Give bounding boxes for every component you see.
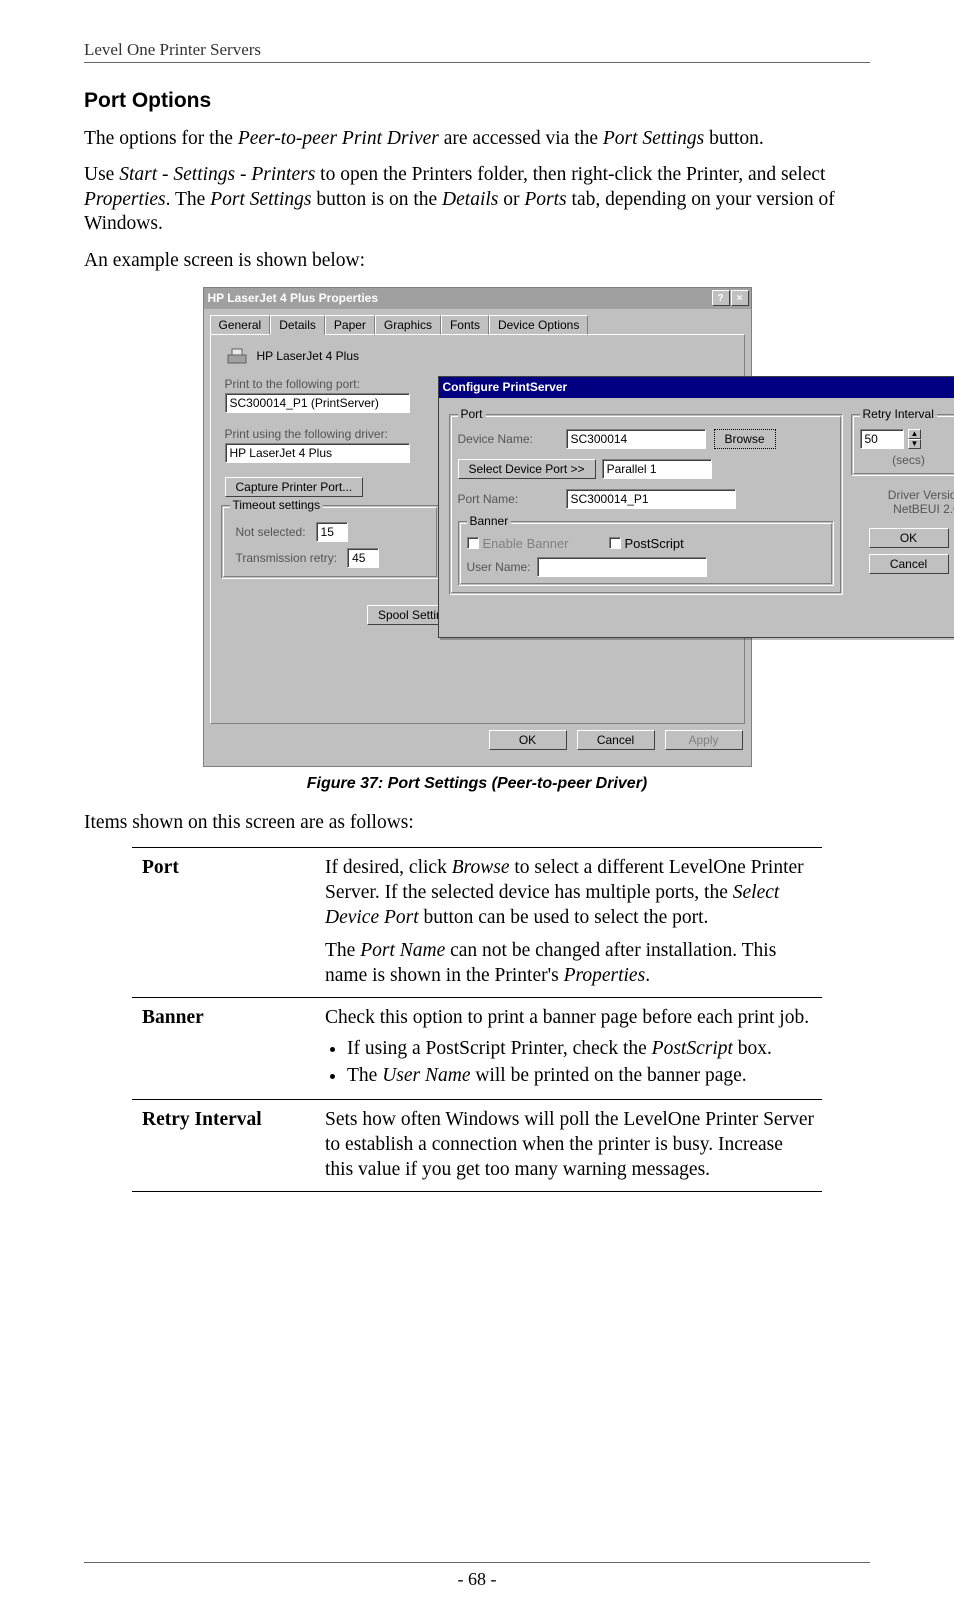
printer-icon (225, 345, 249, 367)
user-name-label: User Name: (467, 560, 531, 574)
configure-printserver-window: Configure PrintServer × Port Device Name… (438, 376, 954, 638)
para-1: The options for the Peer-to-peer Print D… (84, 127, 870, 151)
driver-version-value: NetBEUI 2.00 (851, 502, 954, 516)
postscript-checkbox[interactable]: PostScript (609, 536, 684, 551)
print-port-select[interactable]: SC300014_P1 (PrintServer) (225, 393, 410, 413)
transmission-retry-input[interactable]: 45 (347, 548, 379, 568)
tab-general[interactable]: General (210, 315, 271, 335)
not-selected-label: Not selected: (236, 525, 306, 539)
ok-button[interactable]: OK (489, 730, 567, 750)
port-group: Port Device Name: SC300014 Browse Select… (449, 414, 843, 595)
row-banner-desc: Check this option to print a banner page… (315, 998, 822, 1100)
row-retry-desc: Sets how often Windows will poll the Lev… (315, 1099, 822, 1191)
port-legend: Port (458, 407, 486, 421)
retry-interval-group: Retry Interval 50 ▲ ▼ (secs) (851, 414, 954, 476)
tab-graphics[interactable]: Graphics (375, 315, 441, 335)
user-name-input[interactable] (537, 557, 707, 577)
browse-button[interactable]: Browse (714, 429, 776, 449)
banner-legend: Banner (467, 514, 512, 528)
timeout-group: Timeout settings Not selected: 15 Transm… (221, 505, 439, 579)
device-name-label: Device Name: (458, 432, 558, 446)
close-icon[interactable]: × (731, 290, 749, 306)
tab-details[interactable]: Details (270, 315, 325, 335)
row-retry-header: Retry Interval (132, 1099, 315, 1191)
cfg-cancel-button[interactable]: Cancel (869, 554, 949, 574)
section-heading: Port Options (84, 89, 870, 113)
device-name-input[interactable]: SC300014 (566, 429, 706, 449)
banner-group: Banner Enable Banner PostScript User Nam… (458, 521, 834, 586)
configure-titlebar[interactable]: Configure PrintServer × (439, 377, 954, 398)
row-banner-header: Banner (132, 998, 315, 1100)
retry-interval-units: (secs) (860, 453, 954, 467)
spinner-icon[interactable]: ▲ ▼ (908, 429, 922, 449)
retry-interval-spinner[interactable]: 50 (860, 429, 904, 449)
transmission-retry-label: Transmission retry: (236, 551, 338, 565)
row-port-header: Port (132, 848, 315, 998)
tab-paper[interactable]: Paper (325, 315, 375, 335)
row-port-desc: If desired, click Browse to select a dif… (315, 848, 822, 998)
running-header: Level One Printer Servers (84, 40, 870, 63)
cancel-button[interactable]: Cancel (577, 730, 655, 750)
retry-interval-legend: Retry Interval (860, 407, 937, 421)
port-name-label: Port Name: (458, 492, 558, 506)
tab-fonts[interactable]: Fonts (441, 315, 489, 335)
timeout-legend: Timeout settings (230, 498, 324, 512)
capture-printer-port-button[interactable]: Capture Printer Port... (225, 477, 364, 497)
para-2: Use Start - Settings - Printers to open … (84, 163, 870, 236)
not-selected-input[interactable]: 15 (316, 522, 348, 542)
enable-banner-checkbox[interactable]: Enable Banner (467, 536, 569, 551)
port-name-input[interactable]: SC300014_P1 (566, 489, 736, 509)
para-3: An example screen is shown below: (84, 249, 870, 273)
apply-button[interactable]: Apply (665, 730, 743, 750)
figure-caption: Figure 37: Port Settings (Peer-to-peer D… (307, 775, 648, 793)
items-intro: Items shown on this screen are as follow… (84, 811, 870, 835)
properties-titlebar[interactable]: HP LaserJet 4 Plus Properties ? × (204, 288, 751, 309)
list-item: If using a PostScript Printer, check the… (347, 1037, 814, 1062)
help-icon[interactable]: ? (712, 290, 730, 306)
description-table: Port If desired, click Browse to select … (132, 847, 822, 1191)
page-number: - 68 - (0, 1562, 954, 1590)
cfg-ok-button[interactable]: OK (869, 528, 949, 548)
properties-title: HP LaserJet 4 Plus Properties (208, 291, 379, 305)
configure-title: Configure PrintServer (443, 380, 568, 394)
driver-select[interactable]: HP LaserJet 4 Plus (225, 443, 410, 463)
driver-version-label: Driver Version: (851, 488, 954, 502)
device-port-input[interactable]: Parallel 1 (602, 459, 712, 479)
tab-device-options[interactable]: Device Options (489, 315, 588, 335)
list-item: The User Name will be printed on the ban… (347, 1064, 814, 1089)
select-device-port-button[interactable]: Select Device Port >> (458, 459, 596, 479)
printer-name: HP LaserJet 4 Plus (257, 349, 360, 363)
tabs: General Details Paper Graphics Fonts Dev… (204, 309, 751, 334)
